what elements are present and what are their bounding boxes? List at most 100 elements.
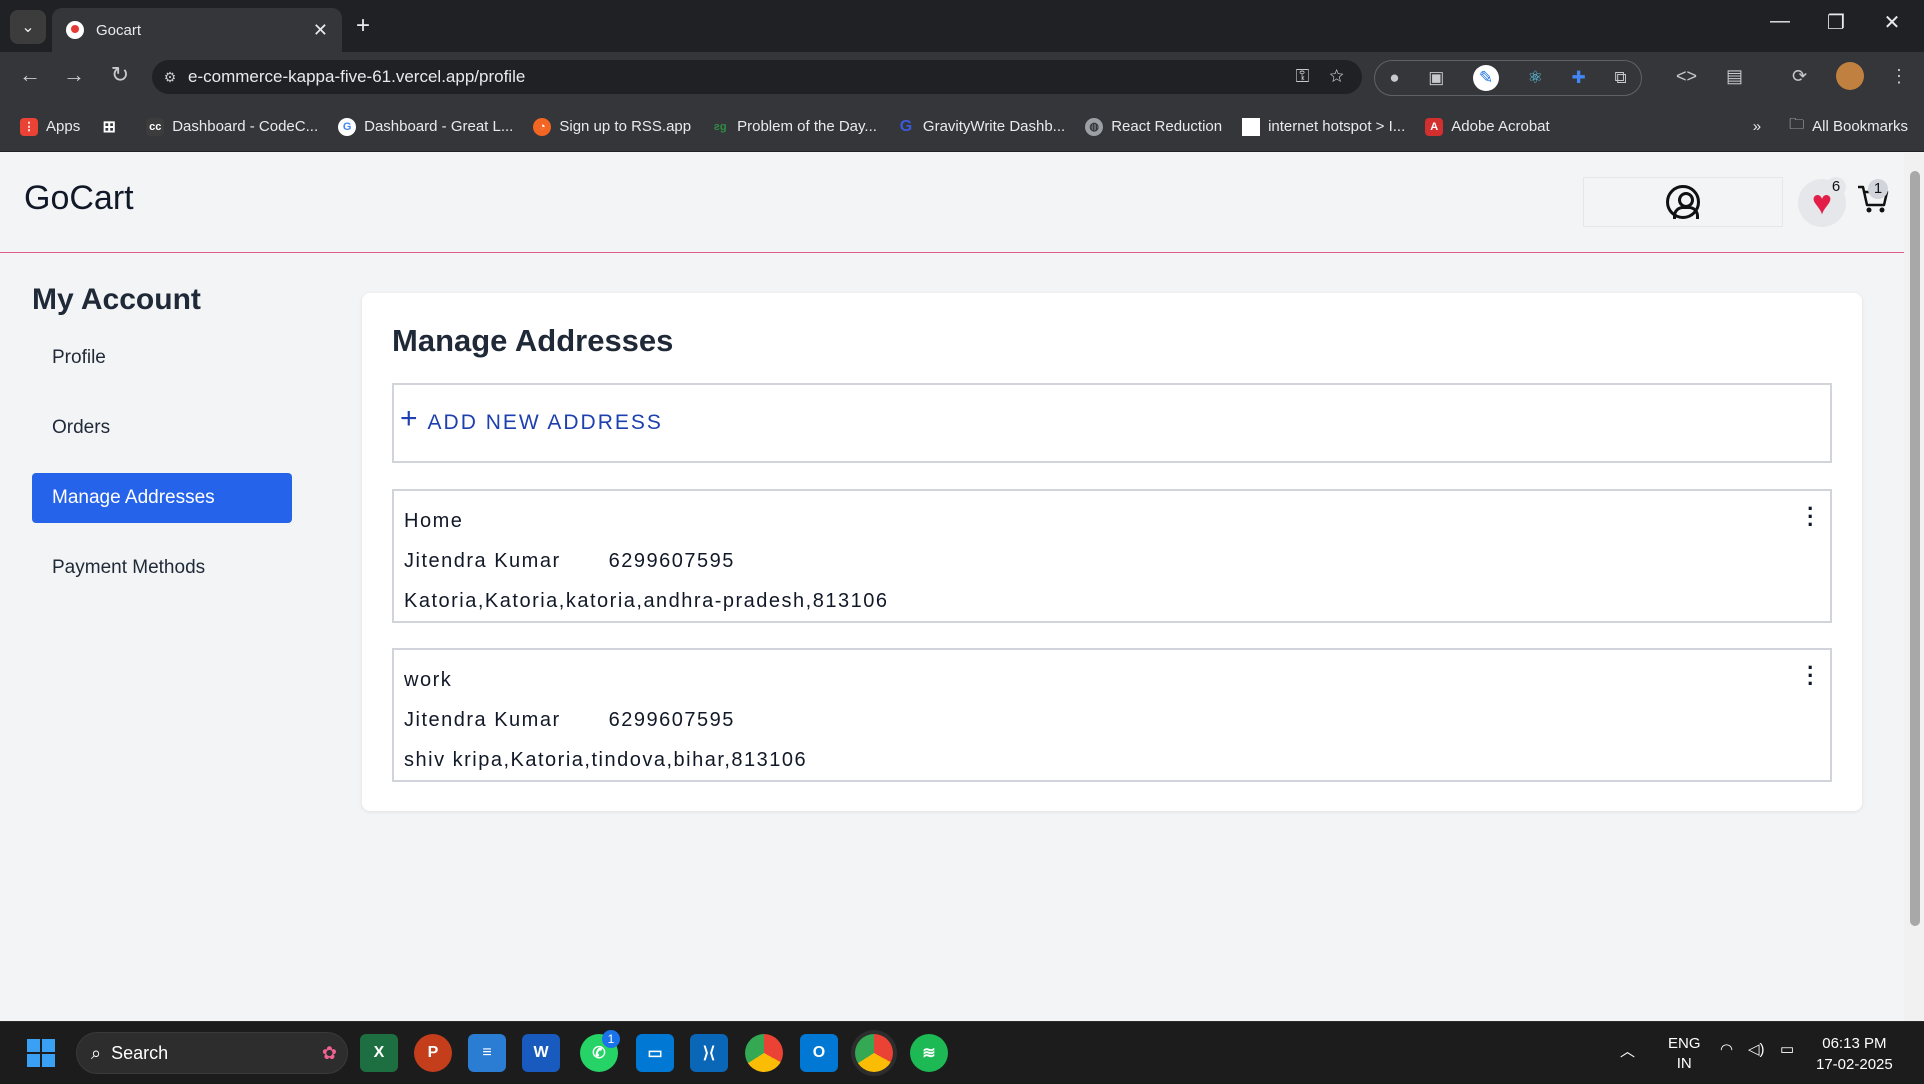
extension-icon[interactable]: ●	[1389, 68, 1399, 88]
star-icon[interactable]: ☆	[1329, 66, 1344, 86]
sidebar-item-manage-addresses[interactable]: Manage Addresses	[32, 473, 292, 523]
extensions-menu-icon[interactable]: ⧉	[1614, 68, 1626, 88]
bookmark-hotspot[interactable]: internet hotspot > I...	[1242, 117, 1405, 136]
wifi-icon[interactable]: ◠	[1720, 1040, 1733, 1058]
address-type: Home	[404, 510, 464, 532]
language-indicator[interactable]: ENG IN	[1668, 1034, 1701, 1074]
browser-tab[interactable]: Gocart ✕	[52, 8, 342, 52]
folder-icon: 🗀	[1789, 116, 1805, 133]
new-tab-button[interactable]: +	[356, 12, 370, 40]
address-card: Home Jitendra Kumar 6299607595 Katoria,Ka…	[392, 489, 1832, 623]
side-panel-icon[interactable]: ▤	[1726, 66, 1743, 87]
bookmark-acrobat[interactable]: A Adobe Acrobat	[1425, 117, 1550, 136]
minimize-button[interactable]: —	[1760, 10, 1800, 33]
bookmark-greatlearning[interactable]: G Dashboard - Great L...	[338, 117, 514, 136]
vscode-icon[interactable]: ⟩⟨	[690, 1034, 728, 1072]
address-card: work Jitendra Kumar 6299607595 shiv kripa…	[392, 648, 1832, 782]
addresses-card: Manage Addresses + ADD NEW ADDRESS Home …	[362, 293, 1862, 811]
sidebar-item-orders[interactable]: Orders	[32, 403, 292, 453]
profile-avatar[interactable]	[1836, 62, 1864, 90]
web-page: GoCart ♥ 6 1 My Account Profile Orders M…	[0, 153, 1904, 1021]
volume-icon[interactable]: ◁)	[1748, 1040, 1765, 1058]
browser-toolbar: ← → ↻ ⚙ e-commerce-kappa-five-61.vercel.…	[0, 52, 1924, 102]
pen-extension-icon[interactable]: ✎	[1472, 65, 1499, 91]
clock[interactable]: 06:13 PM 17-02-2025	[1816, 1033, 1893, 1075]
page-icon	[1242, 117, 1261, 136]
close-window-button[interactable]: ✕	[1872, 10, 1912, 35]
sidebar-item-profile[interactable]: Profile	[32, 333, 292, 383]
address-name: Jitendra Kumar	[404, 709, 561, 731]
kebab-menu-icon[interactable]: ⋮	[1890, 66, 1908, 87]
bookmark-gfg[interactable]: ƨɡ Problem of the Day...	[711, 118, 877, 136]
sidebar-item-payment-methods[interactable]: Payment Methods	[32, 543, 292, 593]
site-info-icon[interactable]: ⚙	[152, 69, 188, 86]
windows-taskbar: ⌕ Search ✿ X P ≡ W ✆ 1 ▭ ⟩⟨ O ≋ ︿ ENG IN…	[0, 1021, 1924, 1084]
reload-button[interactable]: ↻	[104, 62, 136, 88]
favicon-icon	[66, 21, 84, 39]
screen-extension-icon[interactable]: ▣	[1428, 68, 1444, 88]
gfg-icon: ƨɡ	[713, 120, 727, 133]
apps-grid-icon: ⋮	[20, 117, 38, 136]
close-tab-icon[interactable]: ✕	[313, 20, 328, 41]
notepad-icon[interactable]: ≡	[468, 1034, 506, 1072]
omnibox-icons: ⚿ ☆	[1296, 66, 1344, 87]
all-bookmarks-label: All Bookmarks	[1812, 118, 1908, 135]
react-devtools-icon[interactable]: ⚛	[1528, 68, 1543, 88]
taskbar-search[interactable]: ⌕ Search ✿	[76, 1032, 348, 1074]
add-new-address-label: ADD NEW ADDRESS	[427, 411, 663, 434]
sidebar-title: My Account	[32, 283, 201, 316]
chrome-icon[interactable]	[745, 1034, 783, 1072]
restore-button[interactable]: ❐	[1816, 10, 1856, 35]
address-menu-icon[interactable]: · · ·	[1807, 657, 1816, 695]
bookmark-apps[interactable]: ⋮ Apps	[20, 117, 81, 136]
bookmark-label: Problem of the Day...	[737, 118, 877, 135]
key-icon[interactable]: ⚿	[1296, 66, 1310, 86]
address-phone: 6299607595	[608, 550, 735, 572]
bookmarks-bar: ⋮ Apps ⊞ cc Dashboard - CodeC... G Dashb…	[0, 102, 1924, 152]
page-scrollbar[interactable]	[1904, 153, 1924, 1021]
more-bookmarks-button[interactable]: »	[1753, 118, 1761, 135]
powerpoint-icon[interactable]: P	[414, 1034, 452, 1072]
all-bookmarks-button[interactable]: 🗀 All Bookmarks	[1789, 114, 1908, 139]
battery-icon[interactable]: ▭	[1780, 1040, 1794, 1058]
puzzle-extension-icon[interactable]: ✚	[1572, 68, 1586, 88]
tab-search-button[interactable]: ⌄	[10, 10, 46, 44]
word-icon[interactable]: W	[522, 1034, 560, 1072]
add-new-address-button[interactable]: + ADD NEW ADDRESS	[392, 383, 1832, 463]
bookmark-label: Dashboard - Great L...	[364, 118, 514, 135]
back-button[interactable]: ←	[14, 62, 46, 88]
bookmark-gravitywrite[interactable]: G GravityWrite Dashb...	[897, 118, 1066, 136]
cart-count-badge: 1	[1868, 179, 1888, 199]
address-menu-icon[interactable]: · · ·	[1807, 498, 1816, 536]
spotify-icon[interactable]: ≋	[910, 1034, 948, 1072]
excel-icon[interactable]: X	[360, 1034, 398, 1072]
outlook-icon[interactable]: O	[800, 1034, 838, 1072]
chrome-profile-icon[interactable]	[855, 1034, 893, 1072]
desktop-icon[interactable]: ▭	[636, 1034, 674, 1072]
performance-icon[interactable]: ⟳	[1792, 66, 1807, 87]
globe-icon: ◍	[1085, 117, 1104, 136]
language-code: ENG	[1668, 1035, 1701, 1052]
windows-start-icon[interactable]	[22, 1034, 60, 1072]
codechef-icon: cc	[146, 117, 165, 136]
chevron-up-icon[interactable]: ︿	[1620, 1040, 1635, 1061]
address-bar[interactable]: ⚙ e-commerce-kappa-five-61.vercel.app/pr…	[152, 60, 1362, 94]
bookmark-react-reduction[interactable]: ◍ React Reduction	[1085, 117, 1222, 136]
bookmark-grid[interactable]: ⊞	[100, 118, 126, 136]
forward-button[interactable]: →	[58, 62, 90, 88]
bookmark-rss[interactable]: ◔ Sign up to RSS.app	[533, 117, 691, 136]
account-button[interactable]	[1583, 177, 1783, 227]
bookmark-label: Apps	[46, 118, 81, 135]
tab-title: Gocart	[96, 21, 142, 39]
bookmark-codechef[interactable]: cc Dashboard - CodeC...	[146, 117, 318, 136]
windows-logo-icon	[27, 1039, 55, 1067]
scrollbar-thumb[interactable]	[1910, 171, 1920, 926]
site-logo[interactable]: GoCart	[24, 179, 134, 218]
address-contact: Jitendra Kumar 6299607595	[404, 700, 1820, 740]
devtools-icon[interactable]: <>	[1676, 66, 1697, 87]
search-placeholder: Search	[111, 1042, 169, 1063]
bookmark-label: Adobe Acrobat	[1451, 118, 1550, 135]
google-icon: G	[338, 117, 357, 136]
region-code: IN	[1676, 1055, 1692, 1072]
user-icon	[1666, 185, 1700, 219]
